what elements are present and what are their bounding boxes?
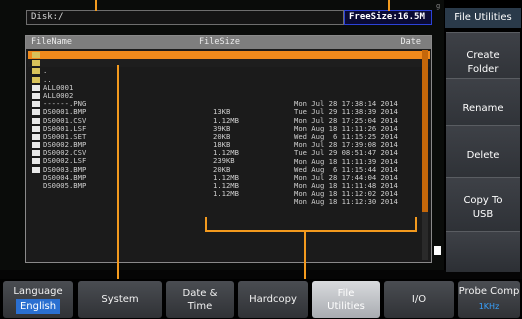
folder-icon xyxy=(32,60,40,67)
date-time-button[interactable]: Date & Time xyxy=(166,281,234,318)
io-button[interactable]: I/O xyxy=(384,281,454,318)
file-list-header: FileName FileSize Date xyxy=(26,36,431,49)
button-label: Copy To xyxy=(463,195,503,206)
button-label: Language xyxy=(13,286,63,297)
header-filesize: FileSize xyxy=(199,37,240,47)
free-size-indicator: FreeSize:16.5M xyxy=(344,10,432,25)
list-item[interactable]: ------.PNG 13KB Mon Jul 28 17:25:04 2014 xyxy=(28,84,430,124)
file-utilities-button[interactable]: File Utilities xyxy=(312,281,380,318)
button-label-line2: Folder xyxy=(467,64,499,75)
trigger-marker xyxy=(434,246,441,255)
language-button[interactable]: Language English xyxy=(3,281,73,318)
copy-to-usb-button[interactable]: Copy To USB xyxy=(446,177,520,238)
list-item[interactable]: DS0002.LSF 20KB Mon Jul 28 17:44:04 2014 xyxy=(28,141,430,182)
button-label-line2: Time xyxy=(187,300,213,312)
path-bar: Disk:/ xyxy=(26,10,344,25)
button-label-line2: USB xyxy=(472,209,494,220)
list-item[interactable]: DS0002.CSV 239KB Wed Aug 6 11:15:44 2014 xyxy=(28,133,430,173)
hardcopy-button[interactable]: Hardcopy xyxy=(238,281,308,318)
file-list: . .. ALL0001 Mon Jul 28 17:38:14 2014 AL… xyxy=(28,51,430,206)
file-icon xyxy=(32,101,40,108)
folder-icon xyxy=(32,68,40,75)
file-icon xyxy=(32,84,40,91)
file-icon xyxy=(32,158,40,165)
folder-icon xyxy=(32,76,40,83)
system-button[interactable]: System xyxy=(78,281,162,318)
menu-scale-glyph: g xyxy=(436,2,441,10)
file-icon xyxy=(32,142,40,149)
file-icon xyxy=(32,166,40,173)
button-label: Hardcopy xyxy=(249,294,297,305)
file-icon xyxy=(32,117,40,124)
list-item[interactable]: . xyxy=(28,51,430,75)
callout-line-freesize xyxy=(388,0,390,11)
oscilloscope-screen: Disk:/ FreeSize:16.5M FileName FileSize … xyxy=(0,0,522,319)
file-size: 1.12MB xyxy=(213,189,239,199)
file-icon xyxy=(32,92,40,99)
callout-line-details-l xyxy=(205,217,207,232)
file-name: DS0005.BMP xyxy=(43,181,87,191)
probe-comp-button[interactable]: Probe Comp 1KHz xyxy=(458,281,520,318)
button-label: System xyxy=(101,294,139,305)
file-browser: FileName FileSize Date . .. ALL0001 Mon … xyxy=(25,35,432,263)
list-item[interactable]: DS0001.SET 18KB Tue Jul 29 08:51:47 2014 xyxy=(28,117,430,157)
button-label: Probe Comp xyxy=(458,286,520,297)
list-item[interactable]: DS0002.BMP 1.12MB Mon Aug 18 11:11:39 20… xyxy=(28,125,430,165)
current-path: Disk:/ xyxy=(31,12,64,22)
empty-menu-button[interactable] xyxy=(446,231,520,272)
folder-icon xyxy=(32,52,40,58)
list-item[interactable]: DS0001.BMP 1.12MB Mon Aug 18 11:11:26 20… xyxy=(28,92,430,132)
scrollbar-thumb[interactable] xyxy=(422,50,428,212)
header-filename: FileName xyxy=(31,37,72,47)
list-item[interactable]: DS0001.CSV 39KB Wed Aug 6 11:15:25 2014 xyxy=(28,100,430,141)
free-size-text: FreeSize:16.5M xyxy=(349,12,425,22)
list-item[interactable]: .. xyxy=(28,59,430,83)
file-icon xyxy=(32,125,40,132)
language-value: English xyxy=(15,299,61,314)
button-label: Delete xyxy=(466,150,500,161)
list-item[interactable]: DS0003.BMP 1.12MB Mon Aug 18 11:11:48 20… xyxy=(28,149,430,190)
list-item[interactable]: ALL0001 Mon Jul 28 17:38:14 2014 xyxy=(28,67,430,108)
list-item[interactable]: DS0005.BMP 1.12MB Mon Aug 18 11:12:30 20… xyxy=(28,166,430,206)
list-item[interactable]: DS0004.BMP 1.12MB Mon Aug 18 11:12:02 20… xyxy=(28,157,430,198)
button-label: File xyxy=(337,287,355,299)
button-label: Rename xyxy=(462,103,504,114)
button-label-line2: Utilities xyxy=(327,300,365,312)
probe-comp-value: 1KHz xyxy=(478,302,500,311)
button-label: Create xyxy=(466,50,500,61)
file-icon xyxy=(32,133,40,140)
button-label: I/O xyxy=(411,294,427,305)
header-date: Date xyxy=(400,37,421,47)
file-icon xyxy=(32,109,40,116)
scrollbar[interactable] xyxy=(422,50,428,260)
file-icon xyxy=(32,150,40,157)
callout-line-details-r xyxy=(415,217,417,232)
callout-line-path xyxy=(95,0,97,11)
button-label: Date & xyxy=(182,287,218,299)
file-date: Mon Aug 18 11:12:30 2014 xyxy=(294,197,398,207)
side-menu-title: File Utilities xyxy=(445,8,521,28)
list-item[interactable]: DS0001.LSF 20KB Mon Jul 28 17:39:08 2014 xyxy=(28,108,430,149)
list-item[interactable]: ALL0002 Tue Jul 29 11:38:39 2014 xyxy=(28,76,430,116)
callout-line-details-h xyxy=(205,230,417,232)
